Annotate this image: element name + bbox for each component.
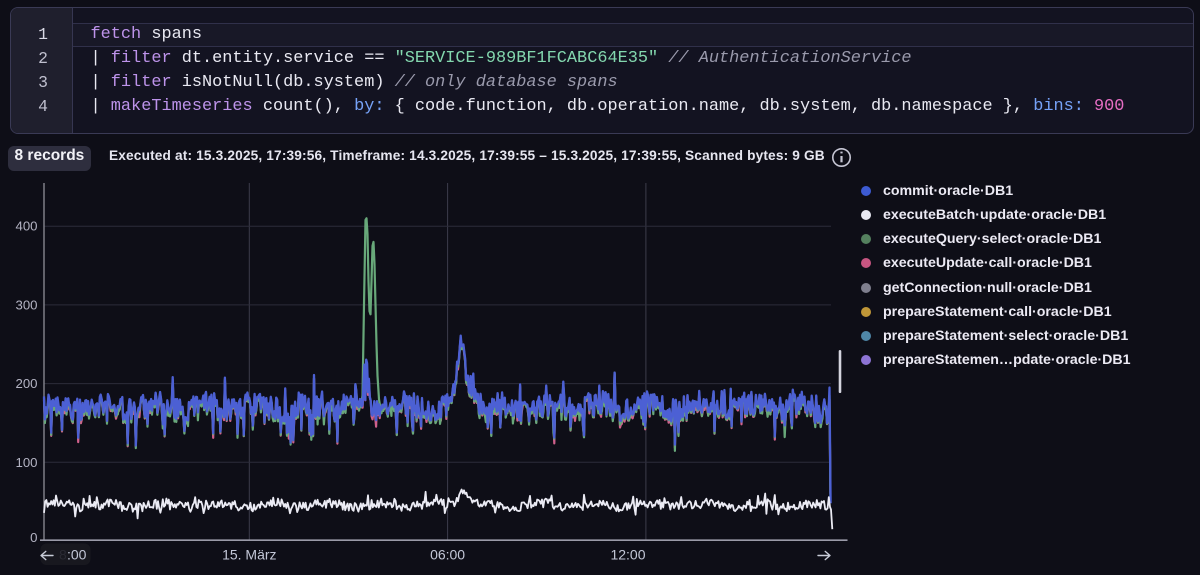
svg-text:100: 100 [15,455,37,470]
svg-text:06:00: 06:00 [430,547,465,563]
svg-text::00: :00 [67,547,87,563]
svg-text:8: 8 [59,547,67,563]
svg-text:0: 0 [30,530,37,545]
svg-text:200: 200 [15,376,37,391]
svg-text:300: 300 [15,297,37,312]
svg-text:15. März: 15. März [222,547,276,563]
svg-text:400: 400 [15,219,37,234]
svg-text:12:00: 12:00 [610,547,645,563]
